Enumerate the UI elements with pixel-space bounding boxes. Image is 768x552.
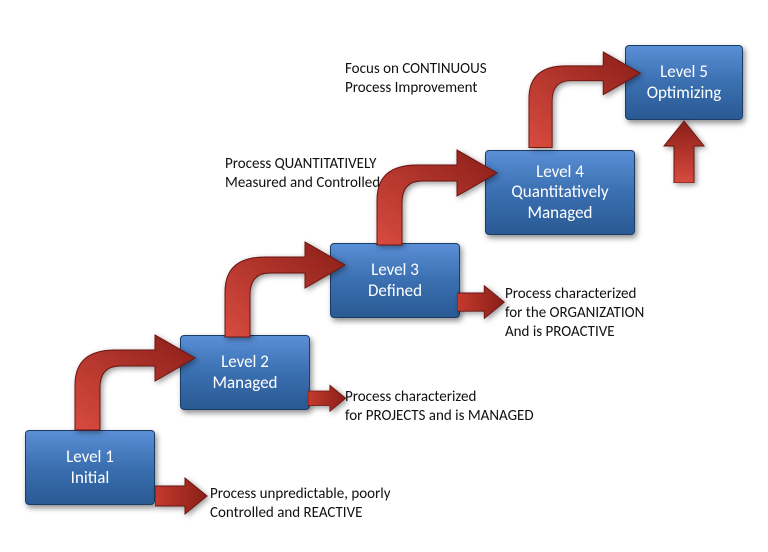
level-5-desc-line1: Focus on CONTINUOUS [345,60,487,79]
arrow-3-to-4 [362,145,502,265]
arrow-4-to-5 [515,43,645,163]
level-2-desc-line1: Process characterized [345,388,534,407]
level-5-desc: Focus on CONTINUOUS Process Improvement [345,60,487,98]
level-1-desc-line2: Controlled and REACTIVE [210,504,391,523]
level-4-desc-line2: Measured and Controlled [225,174,380,193]
level-1-desc: Process unpredictable, poorly Controlled… [210,485,391,523]
level-4-desc-line1: Process QUANTITATIVELY [225,155,380,174]
level-2-subtitle: Managed [212,373,277,393]
arrow-desc-3 [457,282,507,324]
level-3-desc-line1: Process characterized [505,285,644,304]
level-3-desc: Process characterized for the ORGANIZATI… [505,285,644,341]
level-3-subtitle: Defined [368,281,422,301]
level-5-desc-line2: Process Improvement [345,79,487,98]
level-3-desc-line2: for the ORGANIZATION [505,304,644,323]
arrow-desc-1 [155,476,210,518]
arrow-desc-2 [308,378,348,420]
level-1-title: Level 1 [66,447,114,467]
level-1-subtitle: Initial [71,468,110,488]
level-1-desc-line1: Process unpredictable, poorly [210,485,391,504]
level-3-desc-line3: And is PROACTIVE [505,323,644,342]
level-4-title: Level 4 [536,162,584,182]
arrow-5-up [660,118,708,183]
arrow-1-to-2 [60,330,200,450]
level-2-desc: Process characterized for PROJECTS and i… [345,388,534,426]
level-2-desc-line2: for PROJECTS and is MANAGED [345,407,534,426]
level-5-title: Level 5 [660,62,708,82]
level-4-line2: Quantitatively [511,182,608,202]
maturity-diagram: Level 1 Initial Level 2 Managed Level 3 … [0,0,768,552]
level-4-line3: Managed [527,203,592,223]
arrow-2-to-3 [210,237,350,357]
level-4-desc: Process QUANTITATIVELY Measured and Cont… [225,155,380,193]
level-5-subtitle: Optimizing [647,83,722,103]
